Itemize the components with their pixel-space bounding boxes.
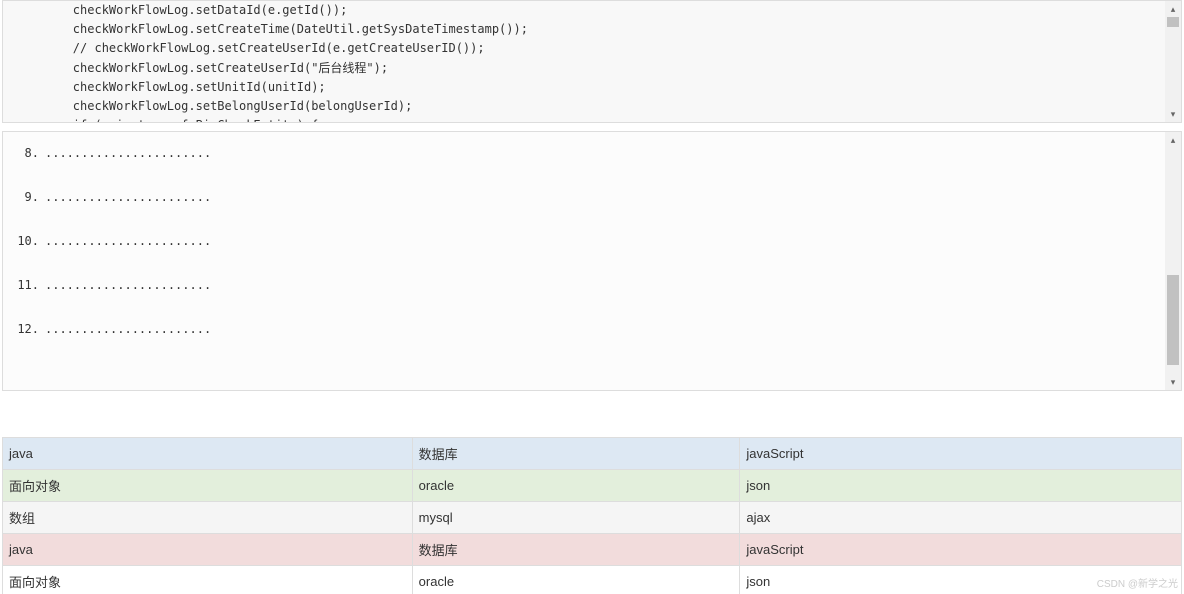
code-scrollbar[interactable]: ▴ ▾ <box>1165 1 1181 122</box>
list-item-text: ....................... <box>45 278 211 292</box>
table-cell: mysql <box>412 502 740 534</box>
data-table-wrap: java数据库javaScript面向对象oraclejson数组mysqlaj… <box>2 437 1182 594</box>
table-row: 面向对象oraclejson <box>3 470 1182 502</box>
table-cell: 面向对象 <box>3 470 413 502</box>
list-item-text: ....................... <box>45 234 211 248</box>
list-item-text: ....................... <box>45 322 211 336</box>
code-content[interactable]: checkWorkFlowLog.setDataId(e.getId()); c… <box>3 1 1181 122</box>
table-row: 面向对象oraclejson <box>3 566 1182 594</box>
list-item-number: 8. <box>15 146 39 160</box>
list-scrollbar[interactable]: ▴ ▾ <box>1165 132 1181 390</box>
table-cell: json <box>740 470 1182 502</box>
table-cell: javaScript <box>740 534 1182 566</box>
list-item-text: ....................... <box>45 190 211 204</box>
table-row: java数据库javaScript <box>3 534 1182 566</box>
list-content[interactable]: 8........................9..............… <box>3 132 1181 390</box>
table-cell: 数组 <box>3 502 413 534</box>
table-cell: 数据库 <box>412 534 740 566</box>
list-item: 9........................ <box>15 190 1169 204</box>
list-item: 12........................ <box>15 322 1169 336</box>
list-item: 10........................ <box>15 234 1169 248</box>
code-panel: checkWorkFlowLog.setDataId(e.getId()); c… <box>2 0 1182 123</box>
scroll-down-icon[interactable]: ▾ <box>1165 374 1181 390</box>
scroll-up-icon[interactable]: ▴ <box>1165 1 1181 17</box>
table-cell: javaScript <box>740 438 1182 470</box>
table-cell: 面向对象 <box>3 566 413 594</box>
table-cell: java <box>3 534 413 566</box>
scroll-down-icon[interactable]: ▾ <box>1165 106 1181 122</box>
table-cell: 数据库 <box>412 438 740 470</box>
content-wrap: checkWorkFlowLog.setDataId(e.getId()); c… <box>0 0 1184 594</box>
data-table: java数据库javaScript面向对象oraclejson数组mysqlaj… <box>2 437 1182 594</box>
list-item-text: ....................... <box>45 146 211 160</box>
scroll-thumb[interactable] <box>1167 275 1179 365</box>
scroll-track[interactable] <box>1165 17 1181 106</box>
scroll-thumb[interactable] <box>1167 17 1179 27</box>
page-scroll-container[interactable]: checkWorkFlowLog.setDataId(e.getId()); c… <box>0 0 1184 594</box>
table-cell: java <box>3 438 413 470</box>
list-item: 8........................ <box>15 146 1169 160</box>
list-item-number: 9. <box>15 190 39 204</box>
scroll-up-icon[interactable]: ▴ <box>1165 132 1181 148</box>
list-item: 11........................ <box>15 278 1169 292</box>
table-cell: ajax <box>740 502 1182 534</box>
table-cell: oracle <box>412 470 740 502</box>
table-cell: json <box>740 566 1182 594</box>
table-cell: oracle <box>412 566 740 594</box>
list-panel: 8........................9..............… <box>2 131 1182 391</box>
list-item-number: 12. <box>15 322 39 336</box>
list-item-number: 11. <box>15 278 39 292</box>
scroll-track[interactable] <box>1165 148 1181 374</box>
table-row: 数组mysqlajax <box>3 502 1182 534</box>
list-item-number: 10. <box>15 234 39 248</box>
table-row: java数据库javaScript <box>3 438 1182 470</box>
